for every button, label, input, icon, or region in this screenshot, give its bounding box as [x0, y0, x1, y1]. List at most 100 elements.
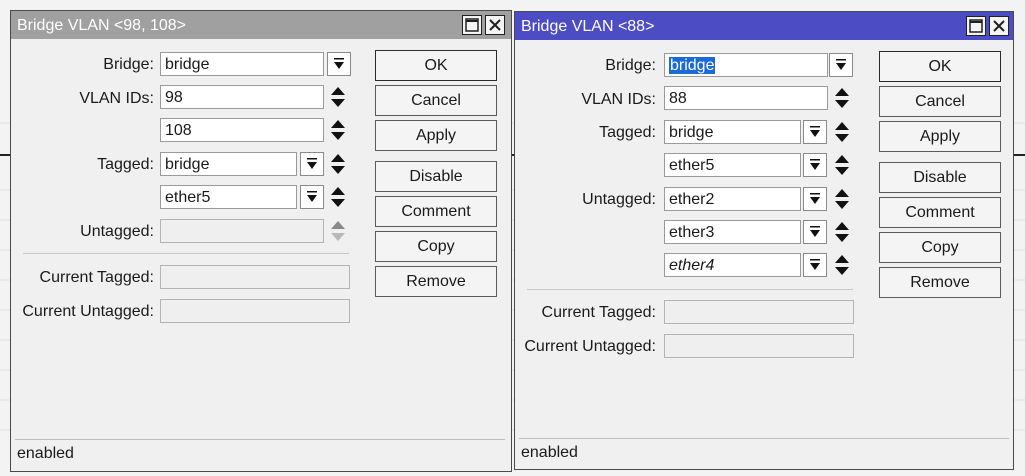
title-bar[interactable]: Bridge VLAN <88> [515, 12, 1013, 40]
dropdown-arrow-icon [810, 259, 820, 270]
untagged-1-add-remove[interactable] [834, 188, 850, 210]
ok-button[interactable]: OK [879, 51, 1001, 82]
bridge-field[interactable]: bridge [664, 53, 828, 77]
dropdown-arrow-icon [307, 191, 317, 202]
tagged-label: Tagged: [97, 156, 154, 173]
up-down-arrows-icon [835, 88, 849, 108]
untagged-field-3[interactable]: ether4 [664, 253, 801, 277]
maximize-button[interactable] [966, 16, 986, 36]
remove-button[interactable]: Remove [879, 267, 1001, 298]
dropdown-arrow-icon [307, 158, 317, 169]
untagged-field-1[interactable]: ether2 [664, 187, 801, 211]
tagged-field-1[interactable]: bridge [160, 152, 297, 176]
bridge-label: Bridge: [103, 56, 154, 73]
tagged-field-2[interactable]: ether5 [160, 185, 297, 209]
copy-button[interactable]: Copy [879, 232, 1001, 263]
current-tagged-field [664, 300, 854, 324]
untagged-3-add-remove[interactable] [834, 254, 850, 276]
tagged-1-dropdown-button[interactable] [300, 152, 324, 176]
comment-button[interactable]: Comment [879, 197, 1001, 228]
untagged-2-dropdown-button[interactable] [803, 220, 827, 244]
tagged-1-dropdown-button[interactable] [803, 120, 827, 144]
apply-button[interactable]: Apply [879, 121, 1001, 152]
bridge-label: Bridge: [605, 57, 656, 74]
bridge-dropdown-button[interactable] [829, 53, 853, 77]
vlan-id-2-add-remove[interactable] [330, 119, 346, 141]
dropdown-arrow-icon [810, 226, 820, 237]
bridge-field[interactable]: bridge [160, 52, 324, 76]
current-untagged-field [160, 299, 350, 323]
tagged-2-add-remove[interactable] [330, 186, 346, 208]
maximize-button[interactable] [462, 15, 482, 35]
dropdown-arrow-icon [810, 193, 820, 204]
maximize-icon [465, 18, 479, 32]
tagged-2-add-remove[interactable] [834, 154, 850, 176]
up-down-arrows-icon [331, 154, 345, 174]
disable-button[interactable]: Disable [375, 161, 497, 192]
vlan-id-field-1[interactable]: 88 [664, 86, 828, 110]
bridge-vlan-dialog-88[interactable]: Bridge VLAN <88> Bridge: bridge VLAN IDs… [514, 11, 1014, 470]
untagged-add-remove[interactable] [330, 220, 346, 242]
untagged-1-dropdown-button[interactable] [803, 187, 827, 211]
tagged-1-add-remove[interactable] [834, 121, 850, 143]
current-tagged-label: Current Tagged: [541, 304, 656, 321]
vlan-ids-label: VLAN IDs: [79, 90, 154, 107]
close-button[interactable] [485, 15, 505, 35]
current-untagged-field [664, 334, 854, 358]
up-down-arrows-icon [835, 189, 849, 209]
up-down-arrows-icon [835, 255, 849, 275]
tagged-field-1[interactable]: bridge [664, 120, 801, 144]
dialog-title: Bridge VLAN <88> [521, 18, 655, 35]
vlan-id-field-1[interactable]: 98 [160, 85, 324, 109]
close-icon [489, 19, 501, 31]
untagged-field[interactable] [160, 219, 324, 243]
status-bar-separator [15, 439, 505, 440]
ok-button[interactable]: OK [375, 50, 497, 81]
apply-button[interactable]: Apply [375, 120, 497, 151]
up-down-arrows-icon [331, 120, 345, 140]
close-button[interactable] [989, 16, 1009, 36]
dialog-title: Bridge VLAN <98, 108> [17, 17, 187, 34]
bridge-dropdown-button[interactable] [327, 52, 351, 76]
comment-button[interactable]: Comment [375, 196, 497, 227]
tagged-1-add-remove[interactable] [330, 153, 346, 175]
selected-text: bridge [669, 57, 716, 74]
tagged-2-dropdown-button[interactable] [803, 153, 827, 177]
untagged-3-dropdown-button[interactable] [803, 253, 827, 277]
cancel-button[interactable]: Cancel [879, 86, 1001, 117]
status-text: enabled [521, 444, 578, 461]
tagged-label: Tagged: [599, 124, 656, 141]
current-tagged-field [160, 265, 350, 289]
tagged-field-2[interactable]: ether5 [664, 153, 801, 177]
up-down-arrows-icon [835, 122, 849, 142]
bridge-vlan-dialog-98-108[interactable]: Bridge VLAN <98, 108> Bridge: bridge VLA… [10, 10, 512, 472]
up-down-arrows-icon [331, 87, 345, 107]
close-icon [993, 20, 1005, 32]
title-bar[interactable]: Bridge VLAN <98, 108> [11, 11, 511, 39]
untagged-2-add-remove[interactable] [834, 221, 850, 243]
dropdown-arrow-icon [836, 59, 846, 70]
remove-button[interactable]: Remove [375, 266, 497, 297]
tagged-2-dropdown-button[interactable] [300, 185, 324, 209]
dropdown-arrow-icon [810, 159, 820, 170]
up-down-arrows-icon [835, 155, 849, 175]
disable-button[interactable]: Disable [879, 162, 1001, 193]
current-untagged-label: Current Untagged: [22, 303, 154, 320]
up-down-arrows-icon [331, 221, 345, 241]
vlan-id-1-add-remove[interactable] [834, 87, 850, 109]
copy-button[interactable]: Copy [375, 231, 497, 262]
current-untagged-label: Current Untagged: [524, 338, 656, 355]
status-text: enabled [17, 445, 74, 462]
up-down-arrows-icon [331, 187, 345, 207]
section-separator [23, 253, 349, 254]
dropdown-arrow-icon [810, 126, 820, 137]
vlan-ids-label: VLAN IDs: [581, 91, 656, 108]
maximize-icon [969, 19, 983, 33]
vlan-id-1-add-remove[interactable] [330, 86, 346, 108]
section-separator [527, 289, 853, 290]
untagged-field-2[interactable]: ether3 [664, 220, 801, 244]
status-bar-separator [519, 438, 1009, 439]
vlan-id-field-2[interactable]: 108 [160, 118, 324, 142]
current-tagged-label: Current Tagged: [39, 269, 154, 286]
cancel-button[interactable]: Cancel [375, 85, 497, 116]
